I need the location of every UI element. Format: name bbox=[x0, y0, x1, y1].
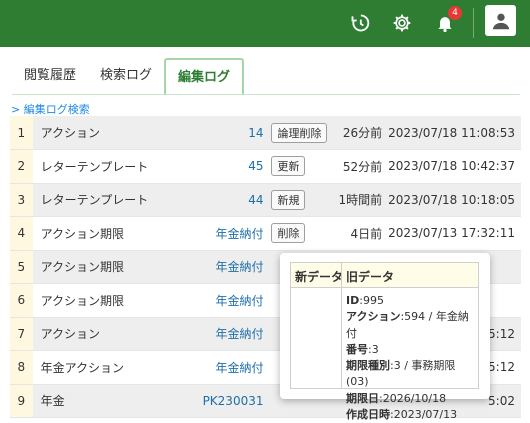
row-datetime: 2023/07/18 10:18:05 bbox=[388, 183, 521, 217]
row-action: 年金 bbox=[32, 384, 180, 418]
row-action: レターテンプレート bbox=[32, 149, 180, 184]
diff-line: 番号:3 bbox=[346, 342, 379, 356]
row-link[interactable]: 44 bbox=[179, 183, 272, 217]
tab-search-log[interactable]: 検索ログ bbox=[88, 58, 164, 94]
row-relative-time: 52分前 bbox=[338, 149, 389, 184]
row-link[interactable]: 年金納付 bbox=[179, 283, 272, 318]
new-data-header: 新データ bbox=[295, 270, 344, 284]
history-icon[interactable] bbox=[349, 12, 371, 34]
row-relative-time: 1時間前 bbox=[338, 183, 389, 217]
row-action: アクション期限 bbox=[32, 216, 180, 251]
user-avatar-button[interactable] bbox=[485, 5, 516, 36]
operation-tag[interactable]: 論理削除 bbox=[271, 122, 328, 143]
operation-tag[interactable]: 更新 bbox=[271, 156, 306, 177]
diff-header: 新データ 旧データ bbox=[291, 263, 478, 288]
row-action: アクション期限 bbox=[32, 283, 180, 318]
header-divider bbox=[473, 8, 474, 38]
row-index: 1 bbox=[10, 116, 33, 150]
row-index: 5 bbox=[10, 250, 33, 284]
diff-line: アクション:594 / 年金納付 bbox=[346, 310, 469, 340]
diff-table: 新データ 旧データ ID:995 アクション:594 / 年金納付 番号:3 期… bbox=[290, 262, 479, 421]
log-tabs: 閲覧履歴 検索ログ 編集ログ bbox=[12, 58, 245, 94]
row-action: アクション bbox=[32, 317, 180, 351]
app-header: 4 bbox=[0, 0, 530, 47]
edit-log-search-link[interactable]: > 編集ログ検索 bbox=[11, 101, 90, 117]
table-row[interactable]: 3 レターテンプレート 44 新規 1時間前 2023/07/18 10:18:… bbox=[10, 183, 521, 217]
row-action: アクション期限 bbox=[32, 250, 180, 284]
old-data-values: ID:995 アクション:594 / 年金納付 番号:3 期限種別:3 / 事務… bbox=[346, 293, 478, 423]
operation-tag[interactable]: 新規 bbox=[271, 189, 306, 210]
table-row[interactable]: 2 レターテンプレート 45 更新 52分前 2023/07/18 10:42:… bbox=[10, 149, 521, 184]
row-datetime: 2023/07/18 11:08:53 bbox=[388, 116, 521, 150]
row-link[interactable]: 年金納付 bbox=[179, 250, 272, 284]
table-row[interactable]: 1 アクション 14 論理削除 26分前 2023/07/18 11:08:53 bbox=[10, 116, 521, 150]
diff-divider bbox=[341, 263, 342, 388]
table-row[interactable]: 4 アクション期限 年金納付 削除 4日前 2023/07/13 17:32:1… bbox=[10, 216, 521, 251]
operation-tag[interactable]: 削除 bbox=[271, 223, 306, 244]
row-link[interactable]: 14 bbox=[179, 116, 272, 150]
row-index: 9 bbox=[10, 384, 33, 418]
tab-underline bbox=[12, 94, 520, 95]
old-data-header: 旧データ bbox=[346, 270, 395, 284]
row-index: 4 bbox=[10, 216, 33, 251]
row-action: アクション bbox=[32, 116, 180, 150]
row-link[interactable]: 年金納付 bbox=[179, 350, 272, 385]
row-link[interactable]: 年金納付 bbox=[179, 317, 272, 351]
row-index: 2 bbox=[10, 149, 33, 184]
diff-line: 期限種別:3 / 事務期限 (03) bbox=[346, 359, 456, 389]
row-link[interactable]: 45 bbox=[179, 149, 272, 184]
row-index: 8 bbox=[10, 350, 33, 385]
user-icon bbox=[492, 13, 509, 29]
tab-browse-history[interactable]: 閲覧履歴 bbox=[12, 58, 88, 94]
tab-edit-log[interactable]: 編集ログ bbox=[164, 58, 245, 94]
row-relative-time: 26分前 bbox=[338, 116, 389, 150]
data-diff-popover: 新データ 旧データ ID:995 アクション:594 / 年金納付 番号:3 期… bbox=[280, 253, 490, 421]
row-action: 年金アクション bbox=[32, 350, 180, 385]
row-datetime: 2023/07/18 10:42:37 bbox=[388, 149, 521, 184]
diff-line: 期限日:2026/10/18 bbox=[346, 391, 447, 405]
diff-line: 作成日時:2023/07/13 bbox=[346, 408, 458, 422]
row-action: レターテンプレート bbox=[32, 183, 180, 217]
diff-line: ID:995 bbox=[346, 294, 384, 307]
row-index: 7 bbox=[10, 317, 33, 351]
row-relative-time: 4日前 bbox=[338, 216, 389, 251]
row-link[interactable]: PK230031 bbox=[179, 384, 272, 418]
notification-badge: 4 bbox=[448, 6, 462, 20]
row-index: 3 bbox=[10, 183, 33, 217]
row-link[interactable]: 年金納付 bbox=[179, 216, 272, 251]
gear-icon[interactable] bbox=[391, 12, 413, 34]
row-index: 6 bbox=[10, 283, 33, 318]
row-datetime: 2023/07/13 17:32:11 bbox=[388, 216, 521, 251]
